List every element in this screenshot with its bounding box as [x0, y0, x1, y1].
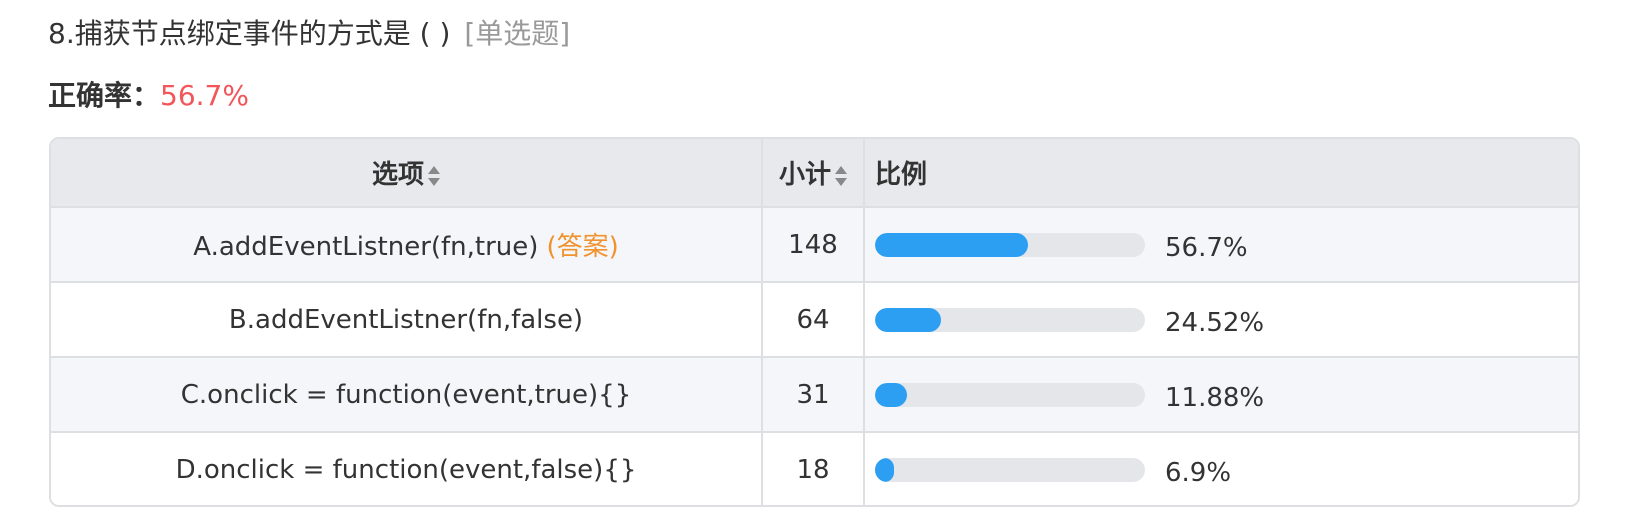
percent-text: 6.9% — [1165, 458, 1232, 488]
question-title: 8.捕获节点绑定事件的方式是 ( ) [单选题] — [48, 14, 570, 54]
percent-text: 11.88% — [1165, 382, 1265, 413]
header-option-label: 选项 — [371, 160, 424, 190]
percent-text: 24.52% — [1165, 307, 1265, 338]
table-header-row: 选项 小计 比例 — [51, 139, 1578, 208]
count-cell: 31 — [762, 357, 865, 433]
accuracy-line: 正确率：56.7% — [48, 76, 249, 116]
option-cell: C.onclick = function(event,true){} — [51, 357, 763, 433]
ratio-cell: 24.52% — [864, 282, 1578, 358]
progress-bar-track — [875, 382, 1145, 407]
accuracy-label: 正确率： — [48, 79, 161, 112]
question-type-label: [单选题] — [464, 17, 571, 50]
table-row: D.onclick = function(event,false){} 18 6… — [51, 432, 1578, 505]
ratio-cell: 56.7% — [864, 207, 1578, 283]
sort-icon[interactable] — [428, 165, 440, 187]
option-text: A.addEventListner(fn,true) — [193, 232, 539, 262]
option-cell: D.onclick = function(event,false){} — [51, 432, 763, 505]
progress-bar-fill — [875, 307, 942, 332]
answer-tag: (答案) — [546, 232, 619, 262]
progress-bar-fill — [875, 458, 894, 482]
table-row: C.onclick = function(event,true){} 31 11… — [51, 357, 1578, 433]
progress-bar-fill — [875, 232, 1029, 257]
header-count[interactable]: 小计 — [762, 139, 865, 208]
header-count-label: 小计 — [778, 160, 831, 190]
results-table: 选项 小计 比例 A.addEventListner(fn,true) (答案) … — [49, 137, 1580, 507]
sort-icon[interactable] — [835, 165, 847, 187]
progress-bar-fill — [875, 382, 908, 407]
option-text: B.addEventListner(fn,false) — [228, 304, 584, 335]
table-row: B.addEventListner(fn,false) 64 24.52% — [51, 282, 1578, 358]
accuracy-value: 56.7% — [160, 79, 249, 112]
option-text: D.onclick = function(event,false){} — [175, 455, 637, 485]
question-text: 8.捕获节点绑定事件的方式是 ( ) — [48, 17, 451, 50]
progress-bar-track — [875, 307, 1145, 332]
progress-bar-track — [875, 232, 1145, 257]
progress-bar-track — [875, 458, 1145, 482]
percent-text: 56.7% — [1165, 232, 1248, 263]
header-ratio: 比例 — [864, 139, 1578, 208]
header-option[interactable]: 选项 — [51, 139, 763, 208]
table-row: A.addEventListner(fn,true) (答案) 148 56.7% — [51, 207, 1578, 283]
option-text: C.onclick = function(event,true){} — [180, 379, 632, 410]
count-cell: 18 — [762, 432, 865, 505]
count-cell: 148 — [762, 207, 865, 283]
ratio-cell: 6.9% — [864, 432, 1578, 505]
header-ratio-label: 比例 — [875, 160, 928, 190]
option-cell: B.addEventListner(fn,false) — [51, 282, 763, 358]
option-cell: A.addEventListner(fn,true) (答案) — [51, 207, 763, 283]
count-cell: 64 — [762, 282, 865, 358]
ratio-cell: 11.88% — [864, 357, 1578, 433]
